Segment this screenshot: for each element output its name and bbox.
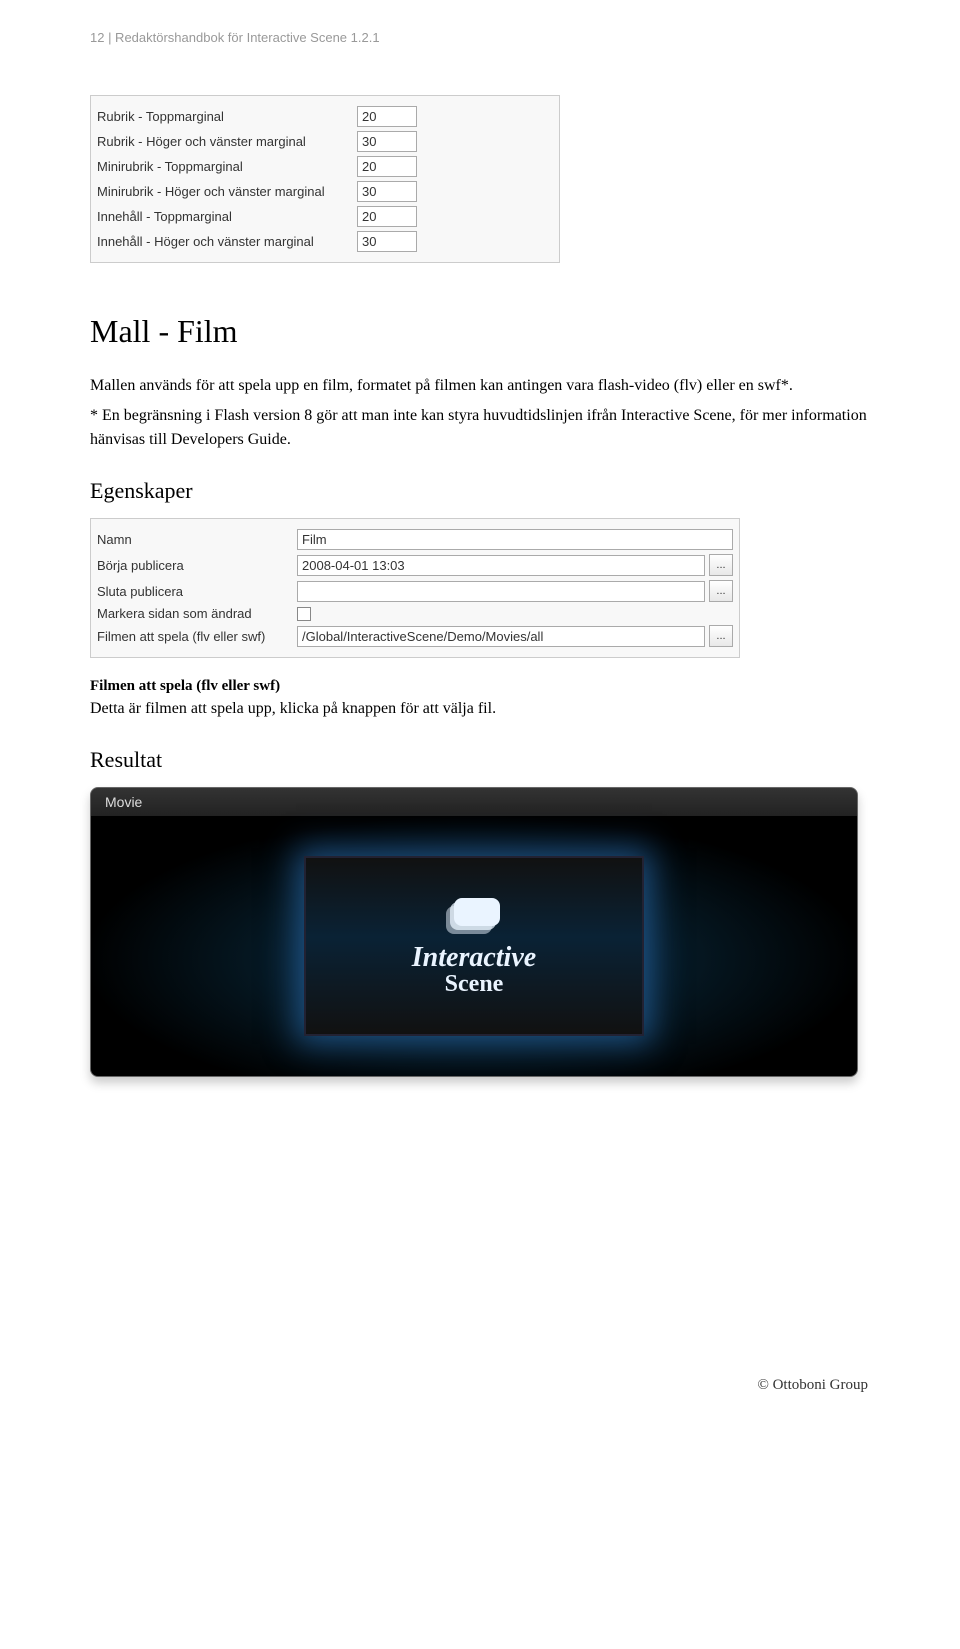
page-header: 12 | Redaktörshandbok för Interactive Sc…: [90, 30, 870, 45]
bold-lead: Filmen att spela (flv eller swf): [90, 678, 870, 695]
margin-row: Rubrik - Toppmarginal: [97, 106, 553, 127]
margin-label: Minirubrik - Höger och vänster marginal: [97, 184, 357, 199]
logo-text-sub: Scene: [445, 972, 504, 996]
namn-input[interactable]: [297, 529, 733, 550]
margin-input-minirubrik-top[interactable]: [357, 156, 417, 177]
margin-label: Rubrik - Toppmarginal: [97, 109, 357, 124]
margin-label: Minirubrik - Toppmarginal: [97, 159, 357, 174]
section-title: Mall - Film: [90, 313, 870, 350]
browse-button[interactable]: ...: [709, 580, 733, 602]
film-path-input[interactable]: [297, 626, 705, 647]
paragraph-footnote: * En begränsning i Flash version 8 gör a…: [90, 404, 870, 452]
prop-row-namn: Namn: [97, 529, 733, 550]
paragraph: Mallen används för att spela upp en film…: [90, 374, 870, 398]
movie-screen: Interactive Scene: [91, 816, 857, 1076]
logo-text-top: Interactive: [412, 944, 536, 972]
browse-button[interactable]: ...: [709, 625, 733, 647]
paragraph: Detta är filmen att spela upp, klicka på…: [90, 697, 870, 721]
stack-icon: [446, 896, 502, 934]
prop-label: Markera sidan som ändrad: [97, 606, 297, 621]
margin-row: Minirubrik - Toppmarginal: [97, 156, 553, 177]
prop-row-mark-changed: Markera sidan som ändrad: [97, 606, 733, 621]
movie-logo-card: Interactive Scene: [304, 856, 644, 1036]
prop-label: Sluta publicera: [97, 584, 297, 599]
result-tab-label: Movie: [91, 788, 857, 816]
prop-row-film-path: Filmen att spela (flv eller swf) ...: [97, 625, 733, 647]
prop-label: Filmen att spela (flv eller swf): [97, 629, 297, 644]
margin-input-innehall-hv[interactable]: [357, 231, 417, 252]
margin-label: Innehåll - Toppmarginal: [97, 209, 357, 224]
page-footer: © Ottoboni Group: [90, 1377, 870, 1394]
margin-input-minirubrik-hv[interactable]: [357, 181, 417, 202]
result-preview: Movie Interactive Scene: [90, 787, 858, 1077]
margin-label: Rubrik - Höger och vänster marginal: [97, 134, 357, 149]
stop-publish-input[interactable]: [297, 581, 705, 602]
mark-changed-checkbox[interactable]: [297, 607, 311, 621]
margin-row: Innehåll - Höger och vänster marginal: [97, 231, 553, 252]
start-publish-input[interactable]: [297, 555, 705, 576]
prop-row-start: Börja publicera ...: [97, 554, 733, 576]
subheading-resultat: Resultat: [90, 747, 870, 773]
margin-row: Minirubrik - Höger och vänster marginal: [97, 181, 553, 202]
margin-row: Innehåll - Toppmarginal: [97, 206, 553, 227]
properties-panel: Namn Börja publicera ... Sluta publicera…: [90, 518, 740, 658]
prop-label: Börja publicera: [97, 558, 297, 573]
subheading-egenskaper: Egenskaper: [90, 478, 870, 504]
margin-settings-panel: Rubrik - Toppmarginal Rubrik - Höger och…: [90, 95, 560, 263]
margin-input-rubrik-hv[interactable]: [357, 131, 417, 152]
margin-input-innehall-top[interactable]: [357, 206, 417, 227]
prop-label: Namn: [97, 532, 297, 547]
browse-button[interactable]: ...: [709, 554, 733, 576]
margin-input-rubrik-top[interactable]: [357, 106, 417, 127]
margin-row: Rubrik - Höger och vänster marginal: [97, 131, 553, 152]
margin-label: Innehåll - Höger och vänster marginal: [97, 234, 357, 249]
prop-row-stop: Sluta publicera ...: [97, 580, 733, 602]
